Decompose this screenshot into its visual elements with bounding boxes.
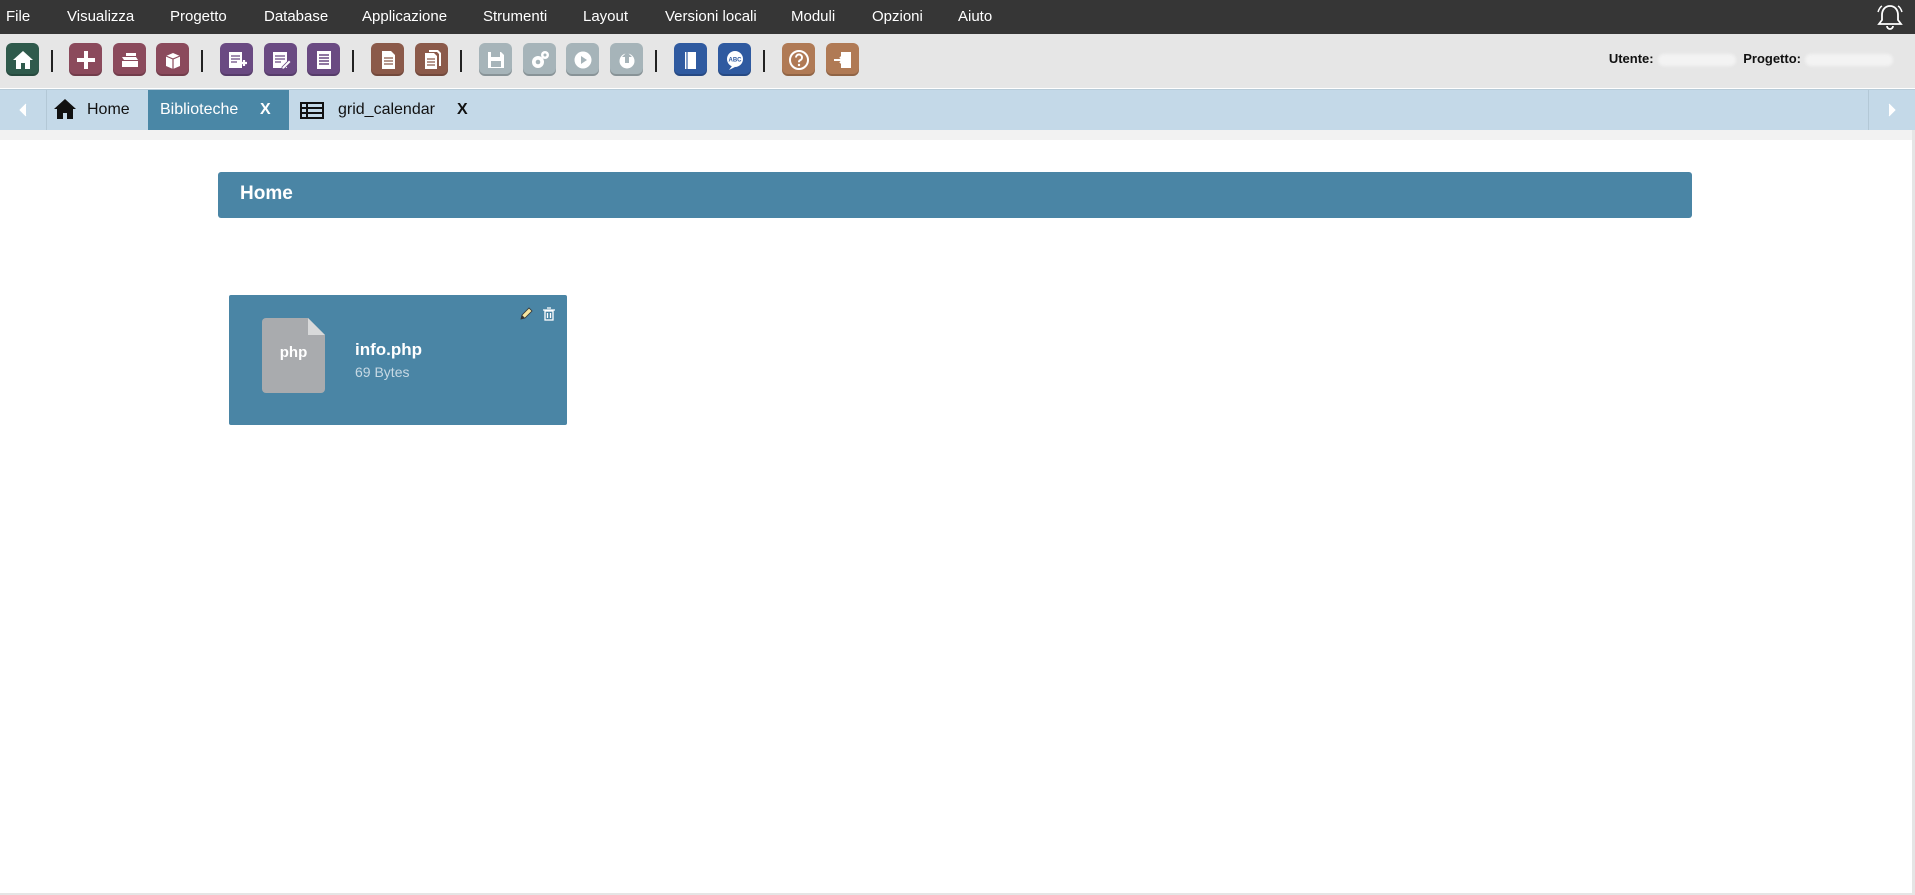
menu-file[interactable]: File — [6, 0, 30, 34]
menu-versioni-locali[interactable]: Versioni locali — [665, 0, 757, 34]
tab-grid-calendar-close[interactable]: X — [457, 101, 468, 119]
chevron-right-icon — [1888, 103, 1896, 117]
publish-button[interactable] — [610, 43, 643, 76]
documents-icon — [424, 49, 441, 69]
save-button[interactable] — [479, 43, 512, 76]
menu-strumenti[interactable]: Strumenti — [483, 0, 547, 34]
toolbar-separator — [51, 50, 53, 72]
box-icon — [165, 52, 180, 69]
menu-layout[interactable]: Layout — [583, 0, 628, 34]
php-file-icon — [262, 318, 325, 393]
toolbar-separator — [352, 50, 354, 72]
new-application-button[interactable] — [220, 43, 253, 76]
home-button[interactable] — [6, 43, 39, 76]
help-icon — [788, 49, 809, 70]
document-button[interactable] — [371, 43, 404, 76]
tab-home[interactable]: Home — [47, 90, 147, 130]
user-label: Utente: — [1608, 51, 1654, 66]
tab-grid-calendar[interactable]: grid_calendar X — [290, 90, 480, 130]
tab-scroll-left[interactable] — [0, 90, 47, 130]
home-icon — [12, 50, 33, 69]
new-form-icon — [228, 51, 247, 68]
project-label: Progetto: — [1743, 51, 1801, 66]
svg-text:ABC: ABC — [728, 57, 742, 63]
user-project-info: Utente: Progetto: — [1609, 51, 1897, 66]
panel-title: Home — [218, 172, 1692, 218]
table-icon — [300, 102, 324, 119]
content-top-strip — [0, 130, 1915, 140]
save-icon — [487, 51, 504, 68]
open-folder-icon — [121, 52, 138, 67]
documents-button[interactable] — [415, 43, 448, 76]
publish-icon — [619, 51, 634, 68]
file-card[interactable]: php info.php 69 Bytes — [229, 295, 567, 425]
edit-form-icon — [272, 51, 292, 69]
spellcheck-button[interactable]: ABC — [718, 43, 751, 76]
spellcheck-icon: ABC — [726, 50, 743, 70]
document-icon — [381, 50, 395, 69]
menu-visualizza[interactable]: Visualizza — [67, 0, 134, 34]
redacted-user — [1657, 53, 1736, 66]
edit-application-button[interactable] — [264, 43, 297, 76]
tab-biblioteche-label: Biblioteche — [160, 101, 239, 118]
list-applications-button[interactable] — [307, 43, 340, 76]
documentation-button[interactable] — [674, 43, 707, 76]
toolbar-separator — [201, 50, 203, 72]
tab-biblioteche[interactable]: Biblioteche X — [148, 90, 289, 130]
toolbar: ABC Utente: Progetto: — [0, 34, 1915, 88]
chevron-left-icon — [19, 103, 27, 117]
list-form-icon — [316, 50, 331, 69]
toolbar-separator — [763, 50, 765, 72]
play-icon — [574, 51, 591, 68]
project-box-button[interactable] — [156, 43, 189, 76]
tab-home-label: Home — [87, 101, 130, 118]
book-icon — [684, 51, 696, 69]
menu-aiuto[interactable]: Aiuto — [958, 0, 992, 34]
settings-icon — [531, 50, 549, 68]
menu-progetto[interactable]: Progetto — [170, 0, 227, 34]
file-name[interactable]: info.php — [355, 340, 422, 360]
menu-moduli[interactable]: Moduli — [791, 0, 835, 34]
tab-grid-calendar-label: grid_calendar — [338, 101, 435, 118]
redacted-project — [1805, 53, 1893, 66]
tab-biblioteche-close[interactable]: X — [260, 101, 271, 119]
toolbar-separator — [655, 50, 657, 72]
tab-scroll-right[interactable] — [1868, 90, 1915, 130]
help-button[interactable] — [782, 43, 815, 76]
menu-applicazione[interactable]: Applicazione — [362, 0, 447, 34]
notification-bell-icon[interactable] — [1875, 2, 1905, 32]
run-button[interactable] — [566, 43, 599, 76]
exit-button[interactable] — [826, 43, 859, 76]
menu-database[interactable]: Database — [264, 0, 328, 34]
generate-button[interactable] — [523, 43, 556, 76]
add-icon — [76, 50, 95, 69]
tab-bar: Home Biblioteche X grid_calendar X — [0, 89, 1915, 131]
exit-icon — [833, 51, 851, 68]
edit-pencil-icon[interactable] — [519, 307, 533, 321]
delete-trash-icon[interactable] — [542, 307, 556, 321]
home-icon — [54, 99, 76, 119]
open-project-button[interactable] — [113, 43, 146, 76]
file-size: 69 Bytes — [355, 364, 410, 380]
toolbar-separator — [460, 50, 462, 72]
menu-bar: File Visualizza Progetto Database Applic… — [0, 0, 1915, 34]
menu-opzioni[interactable]: Opzioni — [872, 0, 923, 34]
add-button[interactable] — [69, 43, 102, 76]
